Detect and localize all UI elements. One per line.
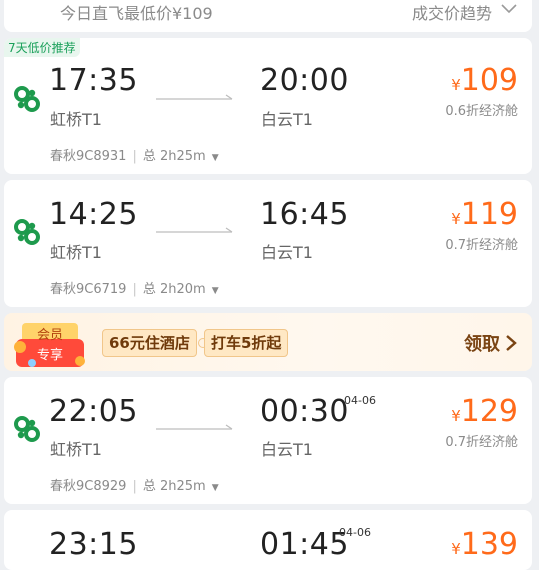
arrival-time: 01:45	[260, 527, 349, 562]
flight-number: 春秋9C8929	[50, 479, 127, 494]
departure-time: 17:35	[49, 63, 138, 98]
spring-airlines-logo-icon	[14, 219, 40, 245]
member-promo-banner[interactable]: 会员 专享 66元住酒店 打车5折起 领取	[4, 313, 532, 371]
departure-time: 14:25	[49, 197, 138, 232]
cabin-class: 0.6折经济舱	[445, 104, 518, 119]
caret-down-icon: ▼	[211, 286, 219, 296]
arrival-airport: 白云T1	[261, 243, 313, 262]
low-price-tag: 7天低价推荐	[4, 38, 80, 57]
flight-card[interactable]: 14:25 虹桥T1 16:45 白云T1 ¥119 0.7折经济舱 春秋9C6…	[4, 180, 532, 307]
flight-meta[interactable]: 春秋9C8931 | 总 2h25m ▼	[50, 145, 219, 164]
flight-arrow-icon	[156, 94, 233, 100]
arrival-time: 00:30	[260, 394, 349, 429]
flight-meta[interactable]: 春秋9C6719 | 总 2h20m ▼	[50, 278, 219, 297]
chevron-down-icon[interactable]	[500, 0, 518, 18]
hotel-offer-chip[interactable]: 66元住酒店	[102, 329, 197, 357]
cabin-class: 0.7折经济舱	[445, 238, 518, 253]
lowest-price-text: 今日直飞最低价¥109	[60, 4, 213, 23]
arrival-airport: 白云T1	[261, 440, 313, 459]
price: ¥129	[451, 394, 518, 429]
flight-number: 春秋9C6719	[50, 282, 127, 297]
departure-airport: 虹桥T1	[50, 243, 102, 262]
caret-down-icon: ▼	[211, 483, 219, 493]
arrival-date-label: 04-06	[344, 394, 376, 407]
spring-airlines-logo-icon	[14, 416, 40, 442]
lowest-price-bar[interactable]: 今日直飞最低价¥109 成交价趋势	[4, 0, 532, 32]
departure-time: 22:05	[49, 394, 138, 429]
claim-button[interactable]: 领取	[464, 330, 500, 356]
price: ¥139	[451, 527, 518, 562]
flight-card[interactable]: 22:05 虹桥T1 00:30 04-06 白云T1 ¥129 0.7折经济舱…	[4, 377, 532, 504]
flight-arrow-icon	[156, 227, 233, 233]
duration: 总 2h25m	[142, 479, 206, 494]
svg-text:专享: 专享	[37, 347, 63, 363]
flight-arrow-icon	[156, 424, 233, 430]
flight-card[interactable]: 23:15 01:45 04-06 ¥139	[4, 510, 532, 570]
chevron-right-icon[interactable]	[504, 334, 518, 352]
departure-airport: 虹桥T1	[50, 110, 102, 129]
arrival-time: 20:00	[260, 63, 349, 98]
duration: 总 2h20m	[142, 282, 206, 297]
flight-card[interactable]: 7天低价推荐 17:35 虹桥T1 20:00 白云T1 ¥109 0.6折经济…	[4, 38, 532, 174]
member-gift-badge-icon: 会员 专享	[14, 323, 85, 367]
price-trend-link[interactable]: 成交价趋势	[412, 0, 492, 24]
arrival-time: 16:45	[260, 197, 349, 232]
flight-meta[interactable]: 春秋9C8929 | 总 2h25m ▼	[50, 475, 219, 494]
flight-number: 春秋9C8931	[50, 149, 127, 164]
taxi-offer-chip[interactable]: 打车5折起	[204, 329, 289, 357]
arrival-date-label: 04-06	[339, 526, 371, 539]
duration: 总 2h25m	[142, 149, 206, 164]
departure-airport: 虹桥T1	[50, 440, 102, 459]
svg-text:会员: 会员	[37, 328, 63, 343]
spring-airlines-logo-icon	[14, 86, 40, 112]
departure-time: 23:15	[49, 527, 138, 562]
cabin-class: 0.7折经济舱	[445, 435, 518, 450]
caret-down-icon: ▼	[211, 153, 219, 163]
arrival-airport: 白云T1	[261, 110, 313, 129]
price: ¥109	[451, 63, 518, 98]
price: ¥119	[451, 197, 518, 232]
